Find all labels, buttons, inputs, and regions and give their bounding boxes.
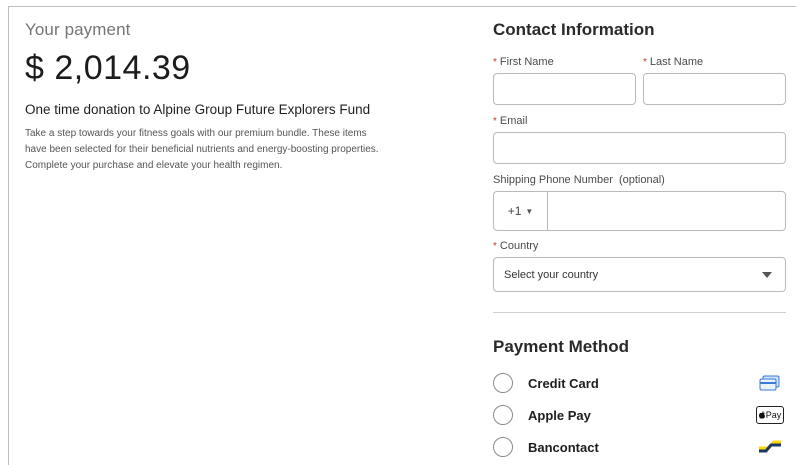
country-select[interactable]: Select your country: [493, 257, 786, 292]
phone-label: Shipping Phone Number (optional): [493, 174, 665, 186]
phone-input[interactable]: [548, 192, 785, 230]
dropdown-arrow-icon: [762, 271, 772, 278]
chevron-down-icon: ▼: [525, 206, 534, 216]
country-code-select[interactable]: +1 ▼: [494, 192, 548, 230]
payment-option-label: Apple Pay: [528, 407, 591, 423]
payment-method-title: Payment Method: [493, 337, 630, 356]
donation-title: One time donation to Alpine Group Future…: [25, 102, 371, 117]
radio-apple-pay[interactable]: [493, 405, 513, 425]
required-marker: *: [493, 241, 497, 252]
payment-option-credit-card[interactable]: Credit Card: [493, 367, 786, 399]
payment-option-bancontact[interactable]: Bancontact: [493, 431, 786, 463]
payment-amount: $ 2,014.39: [25, 49, 191, 87]
section-divider: [493, 312, 786, 313]
first-name-label: * First Name: [493, 56, 554, 68]
email-group: * Email: [493, 115, 786, 164]
payment-method-list: Credit Card Apple Pay Pay Bancontact: [493, 367, 786, 463]
radio-bancontact[interactable]: [493, 437, 513, 457]
country-select-value: Select your country: [504, 268, 599, 281]
required-marker: *: [493, 116, 497, 127]
last-name-label: * Last Name: [643, 56, 704, 68]
credit-card-icon: [754, 373, 786, 393]
required-marker: *: [643, 57, 647, 68]
first-name-group: * First Name: [493, 56, 636, 105]
payment-summary: Your payment $ 2,014.39 One time donatio…: [25, 20, 425, 174]
last-name-group: * Last Name: [643, 56, 786, 105]
frame-top-border: [8, 6, 796, 7]
checkout-form: Contact Information * First Name * Last Na…: [493, 20, 786, 463]
phone-field: +1 ▼: [493, 191, 786, 231]
payment-label: Your payment: [25, 20, 131, 39]
radio-credit-card[interactable]: [493, 373, 513, 393]
required-marker: *: [493, 57, 497, 68]
apple-pay-icon: Pay: [754, 405, 786, 425]
country-code-value: +1: [507, 204, 522, 218]
last-name-input[interactable]: [643, 73, 786, 105]
email-label: * Email: [493, 115, 528, 127]
bancontact-icon: [754, 437, 786, 457]
contact-information-title: Contact Information: [493, 20, 655, 39]
country-label: * Country: [493, 240, 539, 252]
donation-description: Take a step towards your fitness goals w…: [25, 128, 379, 171]
payment-option-apple-pay[interactable]: Apple Pay Pay: [493, 399, 786, 431]
payment-option-label: Credit Card: [528, 375, 599, 391]
frame-left-border: [8, 6, 9, 465]
country-group: * Country Select your country: [493, 240, 786, 292]
first-name-input[interactable]: [493, 73, 636, 105]
email-input[interactable]: [493, 132, 786, 164]
payment-option-label: Bancontact: [528, 439, 599, 455]
phone-group: Shipping Phone Number (optional) +1 ▼: [493, 174, 786, 231]
